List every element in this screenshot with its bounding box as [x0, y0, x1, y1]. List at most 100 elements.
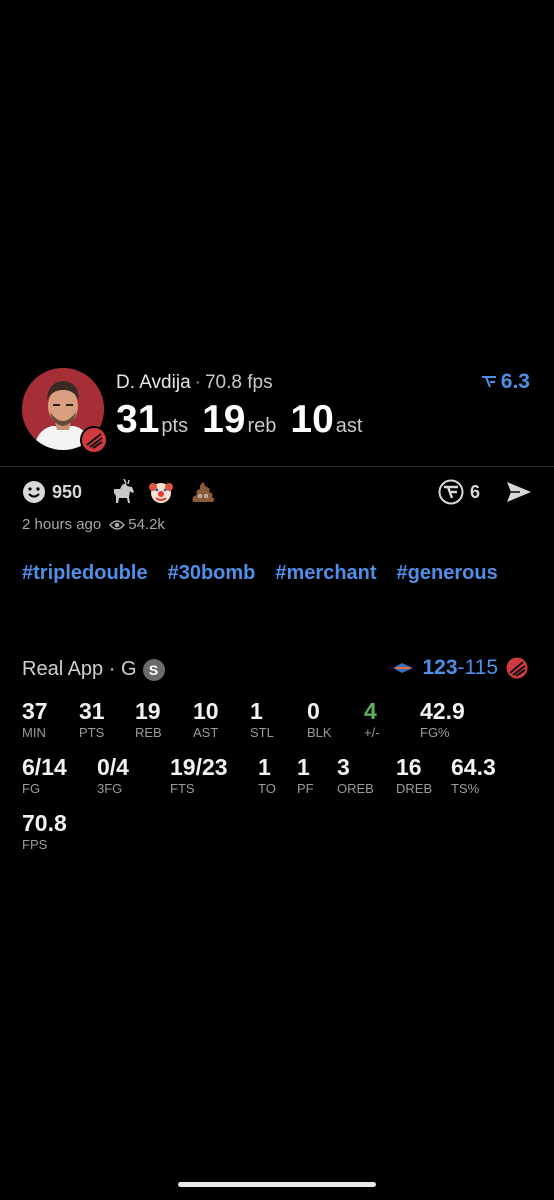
stat-label: FTS [170, 781, 195, 796]
clown-icon [149, 483, 173, 503]
stat-fg: 6/14 FG [22, 754, 67, 796]
stat-fts: 19/23 FTS [170, 754, 228, 796]
stat-label: TO [258, 781, 276, 796]
player-fps: 70.8 fps [204, 372, 273, 393]
hashtag[interactable]: #30bomb [168, 562, 256, 585]
headline-pts-value: 31 [116, 398, 160, 441]
stat-value: 31 [79, 698, 105, 724]
stat-label: FG% [420, 725, 450, 740]
game-score[interactable]: 123-115 [392, 656, 528, 680]
headline-reb-value: 19 [202, 398, 246, 441]
player-name[interactable]: D. Avdija [116, 372, 191, 393]
vote-icon [438, 479, 464, 505]
stat-min: 37 MIN [22, 698, 48, 740]
score-separator: - [457, 656, 465, 679]
stat-label: FPS [22, 837, 48, 852]
stat-label: REB [135, 725, 162, 740]
stat-value: 19 [135, 698, 161, 724]
stat-3fg: 0/4 3FG [97, 754, 129, 796]
stat-label: PF [297, 781, 314, 796]
headline-stats: 31 pts 19 reb 10 ast [116, 398, 366, 442]
headline-reb-unit: reb [247, 415, 277, 437]
divider [0, 466, 554, 467]
send-button[interactable] [506, 478, 532, 506]
team-logo-icon [80, 426, 108, 454]
stat-pf: 1 PF [297, 754, 314, 796]
stat-to: 1 TO [258, 754, 276, 796]
stat-label: DREB [396, 781, 433, 796]
stat-label: STL [250, 725, 274, 740]
stat-value: 1 [297, 754, 310, 780]
player-rating[interactable]: 6.3 [481, 370, 530, 394]
stat-value: 19/23 [170, 754, 228, 780]
stat-plus-minus: 4 +/- [364, 698, 380, 740]
stat-value: 37 [22, 698, 48, 724]
stat-ts-pct: 64.3 TS% [451, 754, 496, 796]
stat-value: 64.3 [451, 754, 496, 780]
smile-count: 950 [52, 481, 83, 502]
goat-icon [114, 479, 134, 503]
stat-label: AST [193, 725, 219, 740]
reactions-bar: 950 6 [22, 478, 532, 508]
source-badge: S [142, 658, 165, 681]
stat-ast: 10 AST [193, 698, 219, 740]
rating-icon [481, 376, 496, 388]
stat-value: 10 [193, 698, 219, 724]
score-won: 123 [422, 656, 458, 679]
stat-label: MIN [22, 725, 46, 740]
stat-value: 3 [337, 754, 350, 780]
stat-fps: 70.8 FPS [22, 810, 67, 852]
rating-share-button[interactable]: 6 [438, 478, 480, 506]
team-logo-icon [506, 657, 528, 679]
hashtag[interactable]: #generous [397, 562, 498, 585]
eye-icon [109, 519, 126, 530]
hashtags: #tripledouble #30bomb #merchant #generous [22, 562, 532, 597]
headline-ast-value: 10 [290, 398, 334, 441]
separator-dot: · [194, 372, 201, 393]
stat-value: 16 [396, 754, 422, 780]
stat-value: 1 [250, 698, 263, 724]
stat-value: 70.8 [22, 810, 67, 836]
headline-pts-unit: pts [161, 415, 189, 437]
hashtag[interactable]: #tripledouble [22, 562, 148, 585]
stat-value: 0/4 [97, 754, 129, 780]
react-clown-button[interactable] [148, 478, 174, 506]
stat-value: 4 [364, 698, 377, 724]
stat-label: PTS [79, 725, 105, 740]
source-label: Real App · G [22, 658, 137, 680]
view-count: 54.2k [128, 516, 165, 533]
stat-source: Real App · G S [22, 658, 165, 681]
stat-label: OREB [337, 781, 374, 796]
stat-blk: 0 BLK [307, 698, 332, 740]
poop-icon [192, 482, 215, 502]
opponent-logo-icon [393, 663, 414, 673]
stat-label: TS% [451, 781, 480, 796]
headline-ast-unit: ast [335, 415, 363, 437]
home-indicator[interactable] [178, 1182, 376, 1187]
views: 54.2k [109, 516, 165, 533]
post-time: 2 hours ago [22, 516, 102, 533]
stat-value: 42.9 [420, 698, 465, 724]
stat-label: BLK [307, 725, 332, 740]
score-lost: 115 [464, 656, 498, 679]
send-icon [507, 482, 531, 502]
stat-value: 1 [258, 754, 271, 780]
stat-fg-pct: 42.9 FG% [420, 698, 465, 740]
stat-stl: 1 STL [250, 698, 274, 740]
react-goat-button[interactable] [110, 478, 138, 506]
stat-reb: 19 REB [135, 698, 162, 740]
rating-value: 6.3 [500, 370, 530, 393]
stat-label: +/- [364, 725, 380, 740]
stat-label: FG [22, 781, 41, 796]
react-smile-button[interactable]: 950 [22, 478, 82, 506]
post-meta: 2 hours ago 54.2k [22, 516, 165, 533]
stat-value: 6/14 [22, 754, 67, 780]
stat-pts: 31 PTS [79, 698, 105, 740]
react-poop-button[interactable] [190, 478, 216, 506]
smile-icon [23, 481, 45, 503]
stat-value: 0 [307, 698, 320, 724]
hashtag[interactable]: #merchant [275, 562, 376, 585]
stat-label: 3FG [97, 781, 123, 796]
stat-oreb: 3 OREB [337, 754, 374, 796]
player-name-line: D. Avdija · 70.8 fps [116, 372, 273, 394]
